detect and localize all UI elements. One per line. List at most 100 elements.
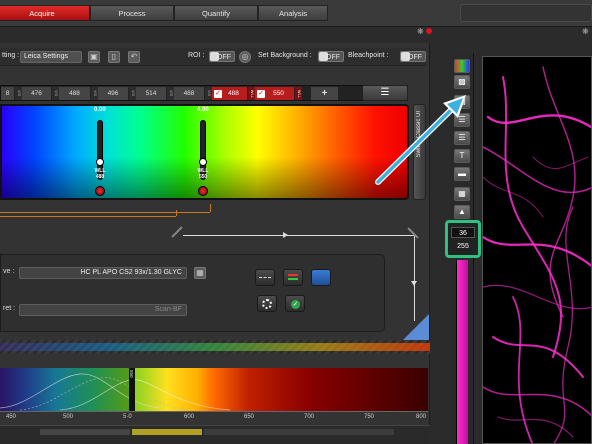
tab-acquire[interactable]: Acquire [0,5,90,21]
detector-bar [0,425,430,444]
intensity-display: 36 255 [445,220,481,258]
background-toggle[interactable]: OFF [318,51,344,62]
film-reel-icon[interactable] [257,295,277,312]
image-viewer[interactable] [482,56,592,444]
ruler-icon[interactable]: ▬ [454,167,470,181]
workflow-bar: Acquire Process Quantify Analysis [0,0,592,27]
detector-range[interactable] [204,429,394,435]
settings-row: tting : Leica Settings ▣ ▯ ↶ ROI : OFF ◎… [0,48,426,66]
trash-icon[interactable]: ▯ [108,51,120,63]
bleachpoint-toggle[interactable]: OFF [400,51,426,62]
bleachpoint-label: Bleachpoint : [348,52,389,59]
detector-range[interactable] [132,429,202,435]
roi-toggle[interactable]: OFF [209,51,235,62]
intensity-max: 255 [457,243,469,250]
tab-quantify-label: Quantify [202,9,230,18]
light-path-line [176,210,177,216]
overlay-icon[interactable]: ▦ [454,187,470,201]
axis-tick: 5·0 [123,414,132,420]
emission-marker-label: 550 [129,370,134,378]
laser-line-cell[interactable]: 488 [59,87,91,100]
axis-tick: 450 [6,414,17,420]
viewer-settings-gear-icon[interactable]: ❋ [582,27,589,36]
tab-process[interactable]: Process [90,5,174,21]
tab-quantify[interactable]: Quantify [174,5,258,21]
setting-select[interactable]: Leica Settings [20,51,82,63]
layer-stack-icon[interactable]: ☰ [454,131,470,145]
tab-analysis-label: Analysis [279,9,307,18]
laser-line-cell[interactable]: 514 [136,87,167,100]
detector-range[interactable] [40,429,130,435]
vis-tag: VIS [91,87,98,100]
dye-spectra-curves [0,373,231,411]
wll-tag: WLL [248,87,255,100]
emission-band-marker[interactable]: 550 [129,368,135,411]
axis-tick: 650 [244,414,255,420]
axis-tick: 600 [184,414,195,420]
laser-slider-550[interactable]: WLL 550 [197,106,209,198]
background-label: Set Background : [258,52,312,59]
switch-classic-ui-button[interactable]: Switch Classic UI [413,104,426,200]
tab-process-label: Process [118,9,146,18]
axis-tick: 750 [364,414,375,420]
light-path-strip [0,340,430,354]
laser-wavelength: 488 [228,90,239,97]
save-icon[interactable]: ▣ [88,51,100,63]
roi-label: ROI : [188,52,205,59]
text-icon[interactable]: T [454,149,470,163]
light-path-line [414,235,415,321]
vis-tag: VIS [167,87,174,100]
palette-icon[interactable] [454,59,470,73]
vis-tag: VIS [205,87,212,100]
laser-on-indicator[interactable] [95,186,105,196]
vis-tag: VIS [52,87,59,100]
channel-settings-button[interactable] [283,269,303,286]
setting-label: tting : [2,52,20,59]
apply-button[interactable]: ✓ [285,295,305,312]
switch-classic-ui-label: Switch Classic UI [416,111,422,158]
laser-slider-488[interactable]: WLL 488 [94,106,106,198]
intensity-value[interactable]: 36 [451,227,475,238]
laser-on-indicator[interactable] [198,186,208,196]
tab-analysis[interactable]: Analysis [258,5,328,21]
tab-acquire-label: Acquire [29,9,55,18]
notification-dot-icon [426,28,432,34]
settings-gear-icon[interactable]: ❋ [417,27,424,36]
vis-tag: VIS [129,87,136,100]
scan-field-button[interactable] [255,269,275,286]
objective-info-icon[interactable]: ▦ [194,267,206,279]
laser-wavelength: 550 [273,90,284,97]
lut-icon[interactable]: ▩ [454,75,470,89]
checkbox-checked-icon[interactable]: ✓ [214,90,222,98]
list-menu-icon[interactable]: ☰ [362,85,408,101]
excitation-spectrum: 0.00 WLL 488 4.00 WLL 550 [0,104,409,200]
histogram-icon[interactable]: ▤ [454,95,470,109]
preset-select[interactable]: Scan-BF [19,304,187,316]
wll-tag: WLL [295,87,302,100]
mountains-icon[interactable]: ▲ [454,205,470,219]
objective-select[interactable]: HC PL APO CS2 93x/1.30 GLYC [19,267,187,279]
light-direction-arrow-icon [283,232,288,238]
laser-line-cell-active[interactable]: ✓ 550 [255,87,295,100]
laser-line-cell[interactable]: 476 [22,87,52,100]
roi-target-icon[interactable]: ◎ [239,51,251,63]
axis-tick: 500 [63,414,74,420]
preset-label: ret : [3,305,16,312]
laser-line-cell-active[interactable]: ✓ 488 [212,87,248,100]
undo-icon[interactable]: ↶ [128,51,140,63]
laser-line-cell[interactable]: 488 [174,87,205,100]
laser-line-cell[interactable]: 496 [98,87,129,100]
checkbox-checked-icon[interactable]: ✓ [257,90,265,98]
fluorescence-image [483,66,591,443]
axis-tick: 700 [304,414,315,420]
add-laser-button[interactable]: + [311,87,339,100]
emission-spectrum: 550 [0,368,428,412]
laser-line-cell[interactable]: 8 [1,87,15,100]
objective-panel: ve : HC PL APO CS2 93x/1.30 GLYC ▦ ret :… [0,254,385,332]
light-direction-arrow-icon [411,281,417,286]
container-button[interactable] [311,269,331,286]
laser-line-row: 8 VIS 476 VIS 488 VIS 496 VIS 514 VIS 48… [0,85,408,101]
lut-color-bar [456,260,468,444]
prism-icon [403,314,429,340]
layer-icon[interactable]: ☰ [454,113,470,127]
